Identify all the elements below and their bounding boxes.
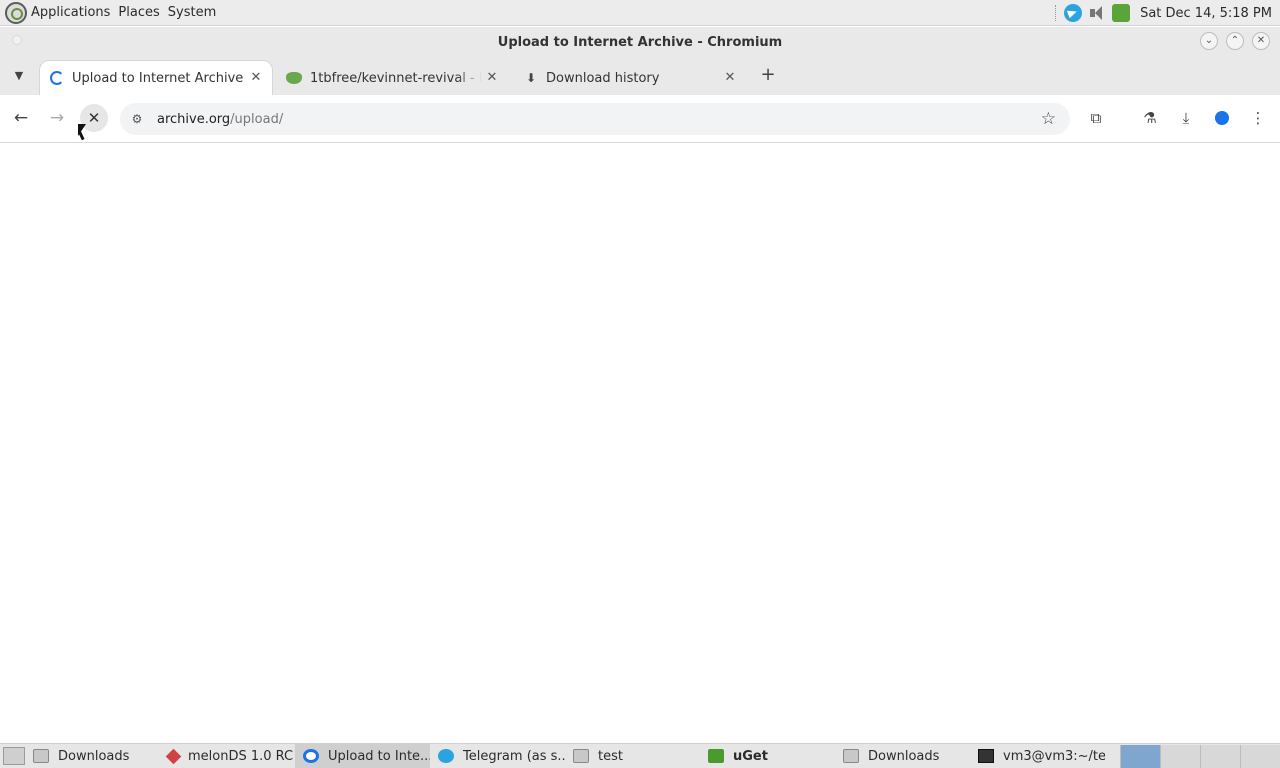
taskbar-item-test[interactable]: test	[565, 744, 700, 768]
forward-arrow-icon[interactable]: →	[44, 105, 70, 131]
melonds-icon	[165, 748, 182, 764]
mouse-cursor-icon	[78, 124, 86, 136]
page-content	[0, 143, 1280, 743]
profile-silhouette	[1215, 111, 1229, 125]
taskbar-item-label: uGet	[733, 748, 768, 764]
tab-label: 1tbfree/kevinnet-revival - ke	[310, 70, 482, 86]
site-info-tune-icon[interactable]: ⚙	[126, 108, 148, 130]
minimize-icon[interactable]: ⌄	[1200, 32, 1218, 50]
applications-menu[interactable]: Applications	[31, 5, 110, 20]
taskbar-item-downloads-2[interactable]: Downloads	[835, 744, 970, 768]
clock[interactable]: Sat Dec 14, 5:18 PM	[1140, 6, 1272, 21]
loading-spinner-icon	[50, 71, 64, 85]
workspace-3[interactable]	[1200, 745, 1240, 768]
labs-flask-icon[interactable]: ⚗	[1139, 107, 1161, 129]
taskbar-item-label: Upload to Inte...	[328, 748, 430, 764]
tab-close-icon[interactable]: ✕	[246, 68, 266, 88]
url-path: /upload/	[230, 111, 284, 127]
url-host: archive.org	[157, 111, 231, 127]
uget-icon[interactable]	[1112, 4, 1131, 22]
tab-label: Upload to Internet Archive	[72, 70, 244, 86]
new-tab-plus-icon[interactable]: +	[758, 66, 778, 86]
top-panel: Applications Places System Sat Dec 14, 5…	[0, 0, 1280, 26]
taskbar-item-melonds[interactable]: melonDS 1.0 RC	[160, 744, 295, 768]
taskbar-item-label: Telegram (as s...	[463, 748, 565, 764]
show-desktop-icon[interactable]	[3, 747, 25, 765]
taskbar-item-label: Downloads	[868, 748, 940, 764]
back-arrow-icon[interactable]: ←	[8, 105, 34, 131]
chromium-icon	[303, 749, 319, 763]
workspace-4[interactable]	[1240, 745, 1280, 768]
extensions-puzzle-icon[interactable]: ⧉	[1085, 107, 1107, 129]
volume-icon[interactable]	[1088, 4, 1106, 22]
folder-icon	[33, 749, 49, 763]
window-title: Upload to Internet Archive - Chromium	[497, 34, 783, 50]
system-menu[interactable]: System	[168, 5, 216, 20]
tab-close-icon[interactable]: ✕	[482, 68, 502, 88]
tab-close-icon[interactable]: ✕	[720, 68, 740, 88]
taskbar-item-chromium[interactable]: Upload to Inte...	[295, 744, 430, 768]
telegram-icon	[438, 749, 454, 763]
taskbar-item-telegram[interactable]: Telegram (as s...	[430, 744, 565, 768]
address-bar[interactable]: ⚙ archive.org/upload/ ☆	[120, 103, 1070, 135]
folder-icon	[843, 749, 859, 763]
window-controls: ⌄ ⌃ ✕	[1200, 32, 1270, 50]
tab-strip: ▼ Upload to Internet Archive ✕ 1tbfree/k…	[0, 57, 1280, 95]
uget-icon	[708, 749, 724, 763]
workspace-switcher	[1120, 745, 1280, 768]
download-icon: ⬇	[525, 71, 537, 85]
workspace-2[interactable]	[1160, 745, 1200, 768]
window-menu-icon[interactable]	[12, 35, 22, 45]
taskbar-item-downloads[interactable]: Downloads	[25, 744, 160, 768]
folder-icon	[573, 749, 589, 763]
taskbar-item-label: vm3@vm3:~/test	[1003, 748, 1105, 764]
tray-separator	[1055, 5, 1057, 21]
taskbar-item-uget[interactable]: uGet	[700, 744, 835, 768]
tab-search-chevron-icon[interactable]: ▼	[10, 67, 28, 85]
taskbar-item-label: melonDS 1.0 RC	[188, 748, 294, 764]
browser-toolbar: ← → ✕ ⚙ archive.org/upload/ ☆ ⧉ ⚗ ⤓ ⋮	[0, 95, 1280, 143]
maximize-icon[interactable]: ⌃	[1226, 32, 1244, 50]
bottom-taskbar: Downloads melonDS 1.0 RC Upload to Inte.…	[0, 743, 1280, 768]
places-menu[interactable]: Places	[118, 5, 159, 20]
telegram-icon[interactable]	[1064, 4, 1083, 22]
workspace-1[interactable]	[1120, 745, 1160, 768]
taskbar-item-terminal[interactable]: vm3@vm3:~/test	[970, 744, 1105, 768]
profile-avatar-icon[interactable]	[1211, 107, 1233, 129]
github-icon	[286, 72, 302, 84]
taskbar-item-label: test	[598, 748, 623, 764]
tab-upload-to-internet-archive[interactable]: Upload to Internet Archive ✕	[40, 61, 272, 95]
system-tray: Sat Dec 14, 5:18 PM	[1055, 0, 1280, 26]
kebab-menu-icon[interactable]: ⋮	[1247, 107, 1269, 129]
taskbar-item-label: Downloads	[58, 748, 130, 764]
mate-menu-logo-icon[interactable]	[5, 1, 27, 24]
downloads-icon[interactable]: ⤓	[1175, 107, 1197, 129]
tab-github-kevinnet-revival[interactable]: 1tbfree/kevinnet-revival - ke ✕	[276, 61, 508, 95]
tab-label: Download history	[546, 70, 660, 86]
terminal-icon	[978, 749, 994, 763]
close-window-icon[interactable]: ✕	[1252, 32, 1270, 50]
bookmark-star-icon[interactable]: ☆	[1041, 109, 1056, 129]
tab-download-history[interactable]: ⬇ Download history ✕	[514, 61, 746, 95]
window-titlebar[interactable]: Upload to Internet Archive - Chromium ⌄ …	[0, 27, 1280, 57]
